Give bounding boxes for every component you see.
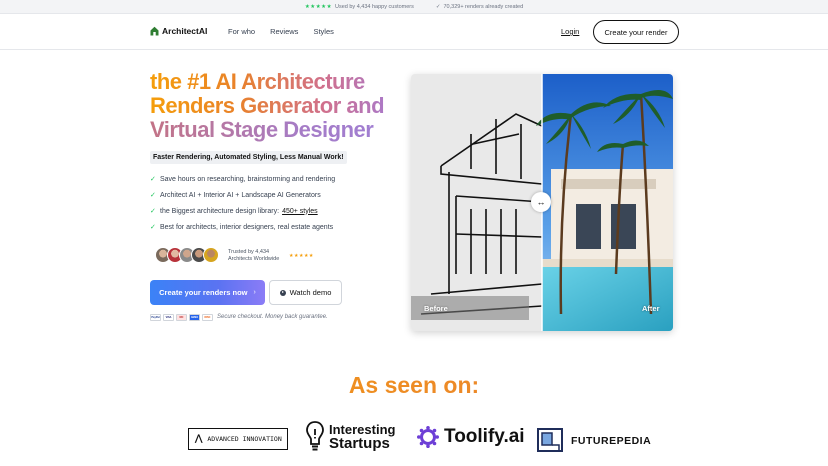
advanced-innovation-logo[interactable]: ⋀ ADVANCED INNOVATION	[188, 428, 288, 450]
futurepedia-book-icon	[537, 428, 563, 452]
nav-link-for-who[interactable]: For who	[228, 27, 255, 36]
chevron-right-icon: ›	[253, 289, 256, 296]
announcement-bar: ★★★★★ Used by 4,434 happy customers ✓ 70,3…	[0, 0, 828, 14]
slider-handle-icon[interactable]: ↔	[531, 192, 551, 212]
check-icon: ✓	[150, 176, 156, 183]
discover-icon: DISC	[202, 314, 213, 321]
avatar	[203, 247, 219, 263]
hero-title: the #1 AI Architecture Renders Generator…	[150, 70, 400, 142]
lightbulb-icon	[306, 421, 324, 451]
play-icon	[279, 289, 286, 296]
advanced-innovation-icon: ⋀	[195, 434, 203, 444]
main-navigation: ArchitectAI For who Reviews Styles Login…	[0, 14, 828, 50]
benefits-list: ✓ Save hours on researching, brainstormin…	[150, 171, 335, 235]
styles-library-link[interactable]: 450+ styles	[282, 208, 318, 215]
nav-links: For who Reviews Styles	[228, 27, 334, 36]
hero-title-line-3: Virtual Stage Designer	[150, 118, 400, 142]
watch-demo-button[interactable]: Watch demo	[269, 280, 342, 305]
nav-link-styles[interactable]: Styles	[313, 27, 333, 36]
nav-link-reviews[interactable]: Reviews	[270, 27, 298, 36]
payment-methods: PayPal VISA MC AMEX DISC	[150, 314, 213, 321]
hero-title-line-2: Renders Generator and	[150, 94, 400, 118]
mastercard-icon: MC	[176, 314, 187, 321]
hero-subtitle: Faster Rendering, Automated Styling, Les…	[150, 151, 347, 164]
customer-avatars	[155, 247, 219, 263]
renders-note: ✓ 70,329+ renders already created	[435, 3, 524, 10]
toolify-gear-icon	[417, 426, 439, 448]
trusted-by-text: Trusted by 4,434 Architects Worldwide	[228, 249, 280, 262]
brand-name: ArchitectAI	[162, 26, 208, 36]
login-link[interactable]: Login	[561, 27, 579, 36]
benefit-item: ✓ Architect AI + Interior AI + Landscape …	[150, 191, 321, 200]
check-icon: ✓	[150, 192, 156, 199]
customers-note: ★★★★★ Used by 4,434 happy customers	[304, 3, 414, 10]
house-logo-icon	[150, 26, 159, 36]
interesting-startups-logo[interactable]: Interesting Startups	[305, 420, 395, 454]
toolify-logo[interactable]: Toolify.ai	[417, 426, 525, 448]
create-render-button[interactable]: Create your render	[593, 20, 679, 44]
after-label: After	[642, 304, 660, 313]
check-icon: ✓	[150, 224, 156, 231]
check-icon: ✓	[435, 3, 441, 10]
before-label: Before	[424, 304, 448, 313]
secure-checkout-note: Secure checkout. Money back guarantee.	[217, 314, 328, 320]
hero-title-line-1: the #1 AI Architecture	[150, 70, 400, 94]
benefit-item: ✓ Best for architects, interior designers…	[150, 223, 334, 232]
create-renders-now-button[interactable]: Create your renders now ›	[150, 280, 265, 305]
before-after-comparison[interactable]: Before After ↔	[411, 74, 673, 331]
benefit-item: ✓ the Biggest architecture design library…	[150, 207, 318, 216]
benefit-item: ✓ Save hours on researching, brainstormin…	[150, 175, 336, 184]
rating-stars-icon: ★★★★★	[304, 3, 332, 10]
paypal-icon: PayPal	[150, 314, 161, 321]
amex-icon: AMEX	[189, 314, 200, 321]
visa-icon: VISA	[163, 314, 174, 321]
futurepedia-logo[interactable]: FUTUREPEDIA	[537, 428, 651, 454]
brand-logo[interactable]: ArchitectAI	[150, 26, 207, 36]
trusted-stars-icon: ★★★★★	[289, 253, 314, 259]
as-seen-on-heading: As seen on:	[0, 372, 828, 399]
check-icon: ✓	[150, 208, 156, 215]
